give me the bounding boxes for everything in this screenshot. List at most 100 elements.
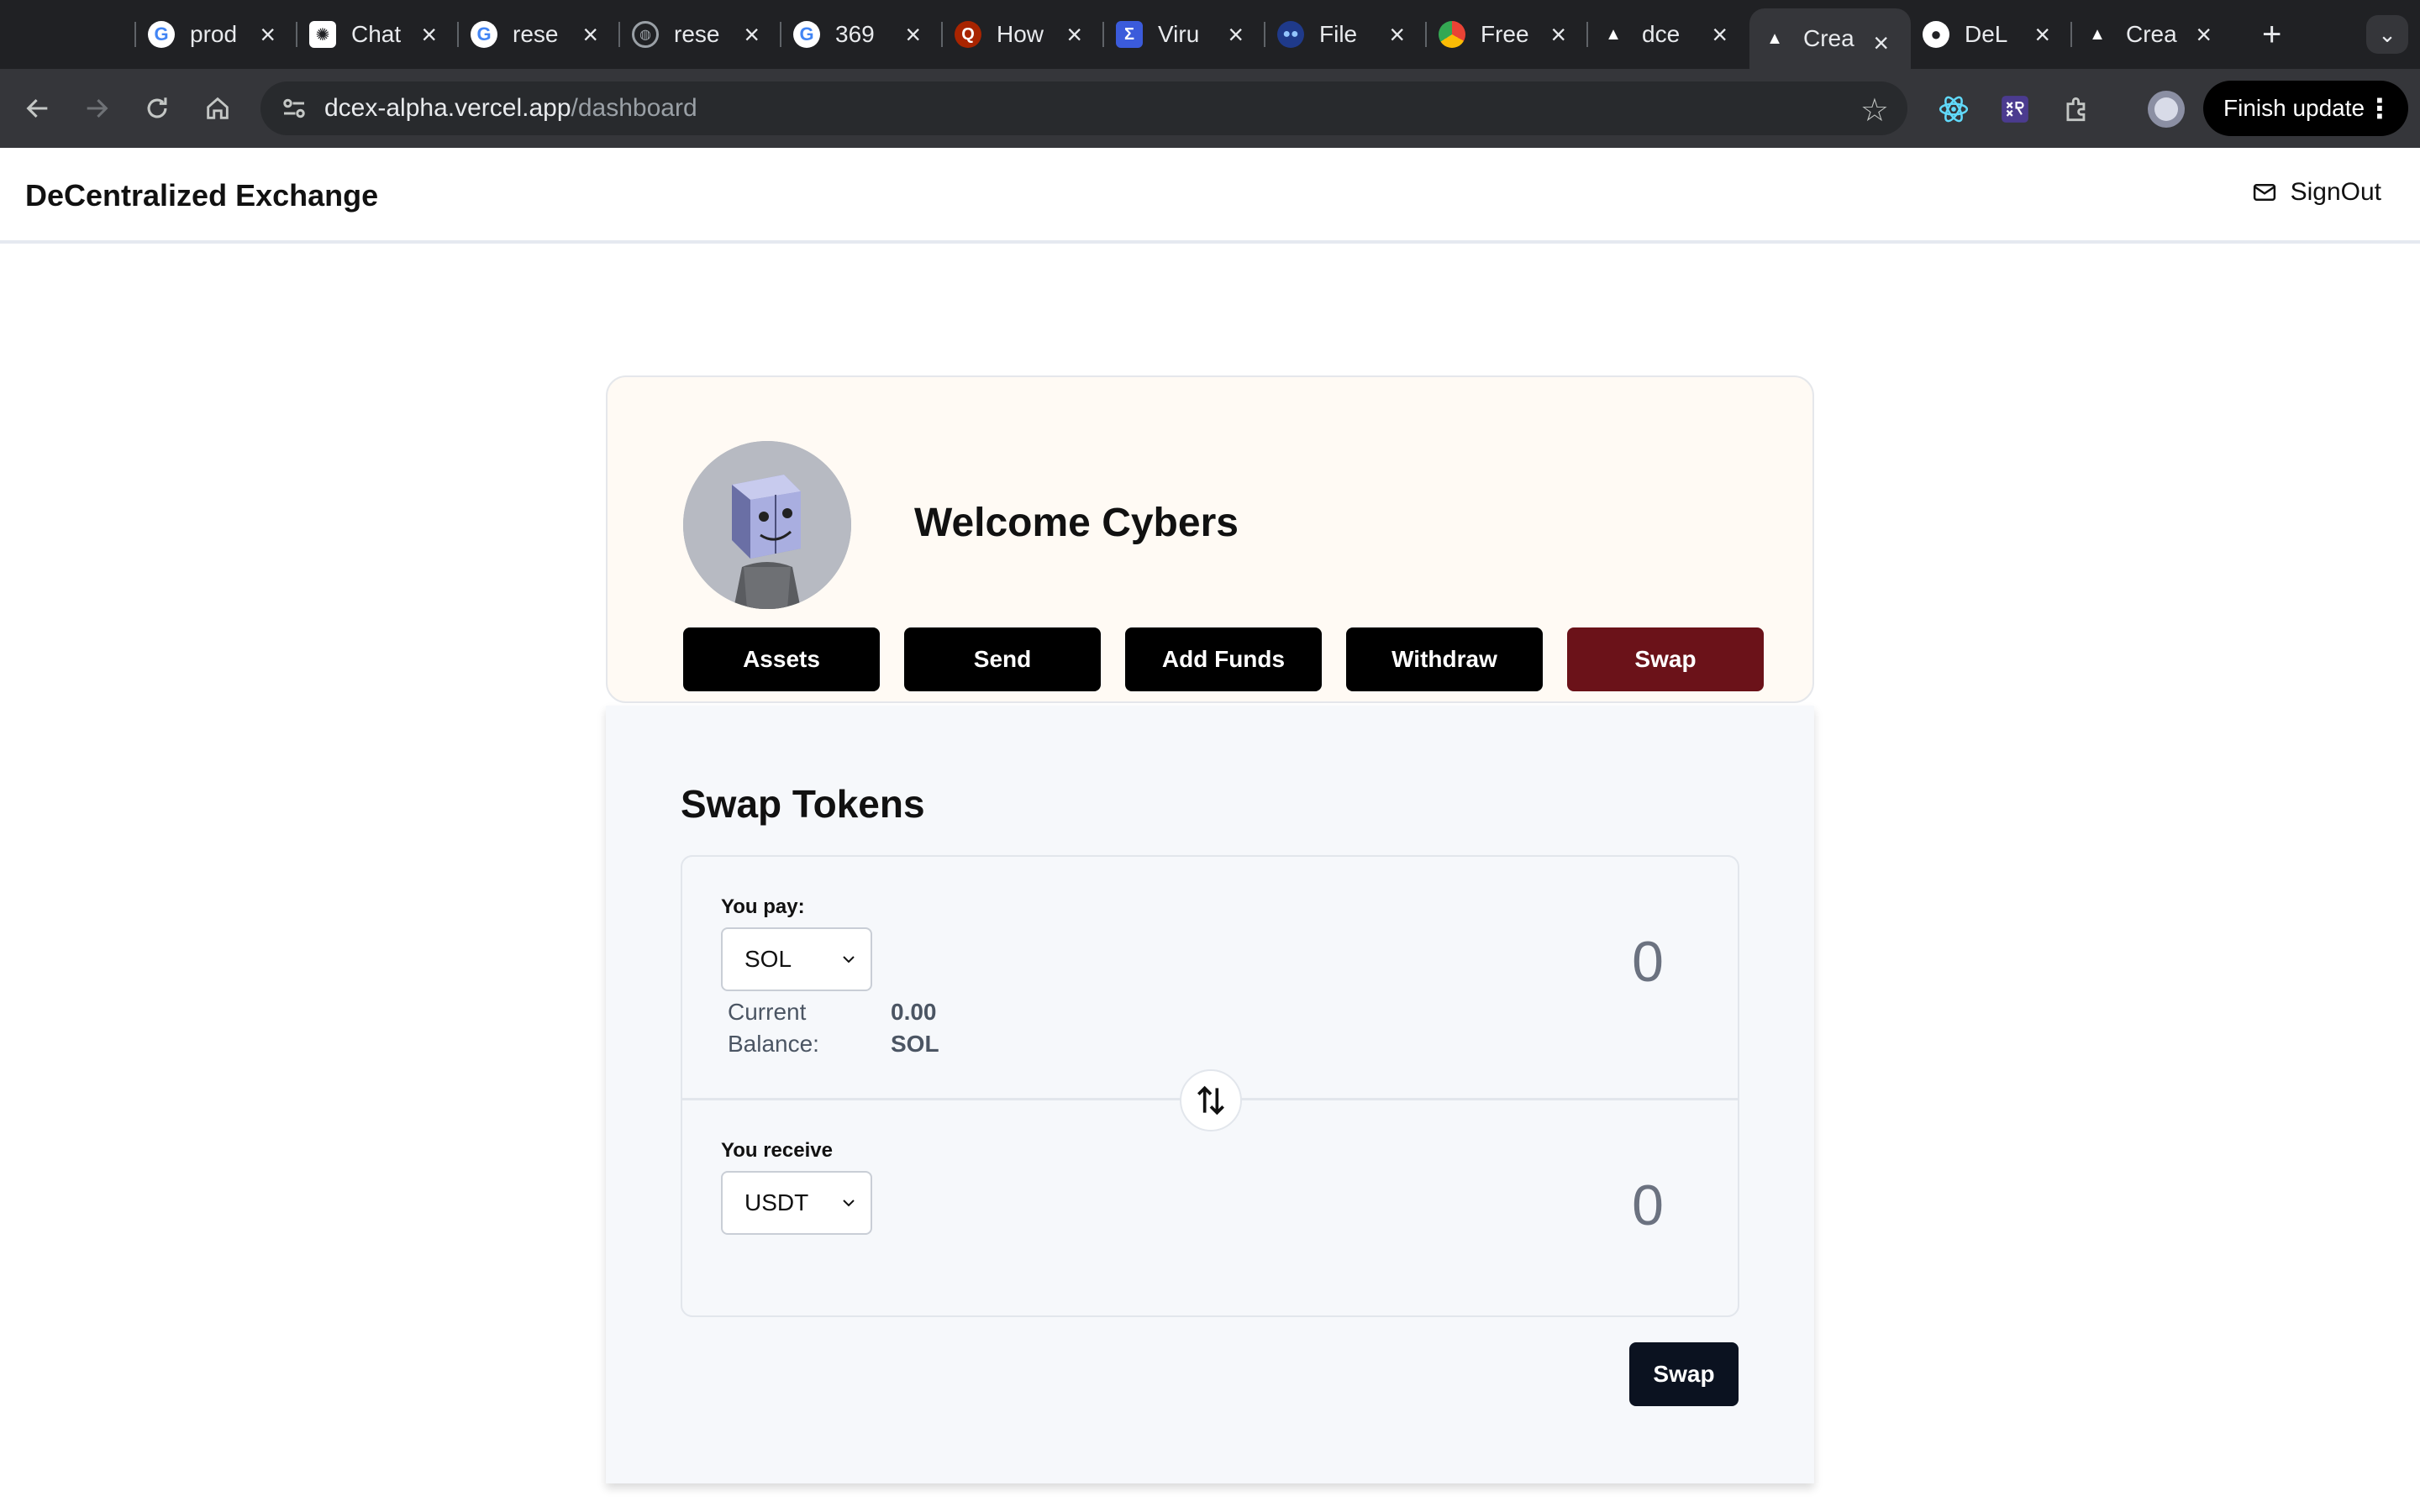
tab-title: rese bbox=[674, 21, 720, 47]
avatar bbox=[683, 441, 851, 609]
xr-icon bbox=[2002, 96, 2028, 123]
reload-icon bbox=[147, 97, 167, 118]
close-icon[interactable]: × bbox=[905, 18, 921, 50]
receive-amount-input[interactable]: 0 bbox=[1632, 1173, 1664, 1238]
mail-icon bbox=[2253, 184, 2275, 201]
tab-title: rese bbox=[513, 21, 559, 47]
home-button[interactable] bbox=[197, 87, 239, 129]
close-icon[interactable]: × bbox=[1712, 18, 1728, 50]
pay-token-value: SOL bbox=[744, 946, 792, 972]
arrow-right-icon bbox=[87, 98, 108, 118]
browser-tab[interactable]: G 369 × bbox=[780, 0, 943, 69]
close-icon[interactable]: × bbox=[2196, 18, 2212, 50]
browser-tab[interactable]: ✺ Chat × bbox=[296, 0, 459, 69]
flip-tokens-button[interactable] bbox=[1180, 1069, 1242, 1131]
tab-assets[interactable]: Assets bbox=[683, 627, 880, 691]
chevron-down-icon bbox=[843, 956, 855, 963]
file-icon: ●● bbox=[1277, 21, 1304, 48]
tab-separator bbox=[1586, 22, 1588, 47]
swap-button[interactable]: Swap bbox=[1629, 1342, 1739, 1406]
browser-tab[interactable]: ●● File × bbox=[1264, 0, 1427, 69]
tab-add-funds[interactable]: Add Funds bbox=[1125, 627, 1322, 691]
chevron-down-icon: ⌄ bbox=[2378, 21, 2396, 47]
browser-tab[interactable]: Σ Viru × bbox=[1102, 0, 1265, 69]
xr-extension[interactable] bbox=[1996, 91, 2033, 128]
close-icon[interactable]: × bbox=[582, 18, 598, 50]
more-vert-icon[interactable]: ⋮ bbox=[2366, 92, 2393, 124]
browser-tab-active[interactable]: ▲ Crea × bbox=[1749, 8, 1911, 69]
chevron-down-icon bbox=[843, 1200, 855, 1207]
address-bar[interactable]: dcex-alpha.vercel.app/dashboard ☆ bbox=[260, 81, 1907, 135]
extensions-button[interactable] bbox=[2059, 91, 2096, 128]
close-icon[interactable]: × bbox=[1066, 18, 1082, 50]
robot-avatar-icon bbox=[683, 441, 851, 609]
browser-tab[interactable]: ◍ rese × bbox=[618, 0, 781, 69]
browser-tab[interactable]: ▲ dce × bbox=[1586, 0, 1749, 69]
close-icon[interactable]: × bbox=[421, 18, 437, 50]
tab-title: Free bbox=[1481, 21, 1529, 47]
quora-icon: Q bbox=[955, 21, 981, 48]
close-icon[interactable]: × bbox=[2034, 18, 2050, 50]
react-icon bbox=[1939, 96, 1969, 123]
close-icon[interactable]: × bbox=[1228, 18, 1244, 50]
new-tab-button[interactable]: + bbox=[2262, 18, 2281, 51]
signout-button[interactable]: SignOut bbox=[2252, 178, 2381, 207]
pay-token-select[interactable]: SOL bbox=[721, 927, 872, 991]
tab-withdraw[interactable]: Withdraw bbox=[1346, 627, 1543, 691]
browser-tab[interactable]: G prod × bbox=[134, 0, 297, 69]
tab-swap[interactable]: Swap bbox=[1567, 627, 1764, 691]
vercel-icon: ▲ bbox=[1766, 29, 1783, 48]
tab-title: File bbox=[1319, 21, 1358, 47]
virustotal-icon: Σ bbox=[1116, 21, 1143, 48]
vercel-icon: ▲ bbox=[2089, 24, 2106, 44]
url-host: dcex-alpha.vercel.app bbox=[324, 94, 571, 122]
welcome-heading: Welcome Cybers bbox=[914, 501, 1239, 545]
tab-separator bbox=[1425, 22, 1427, 47]
back-button[interactable] bbox=[17, 87, 59, 129]
browser-tab[interactable]: Q How × bbox=[941, 0, 1104, 69]
tab-separator bbox=[780, 22, 781, 47]
bookmark-star-icon[interactable]: ☆ bbox=[1860, 92, 1889, 129]
site-header: DeCentralized Exchange SignOut bbox=[0, 148, 2420, 244]
swap-form: You pay: SOL 0 Current Balance: 0.00 SOL… bbox=[681, 855, 1739, 1317]
close-icon[interactable]: × bbox=[744, 18, 760, 50]
tab-title: Chat bbox=[351, 21, 402, 47]
finish-update-button[interactable]: Finish update ⋮ bbox=[2203, 81, 2408, 136]
google-icon: G bbox=[471, 21, 497, 48]
profile-card: Welcome Cybers Assets Send Add Funds Wit… bbox=[606, 375, 1814, 703]
forward-button[interactable] bbox=[76, 87, 118, 129]
receive-token-select[interactable]: USDT bbox=[721, 1171, 872, 1235]
url-path: /dashboard bbox=[571, 94, 697, 122]
balance-unit: SOL bbox=[891, 1031, 939, 1057]
google-icon: G bbox=[793, 21, 820, 48]
pay-amount-input[interactable]: 0 bbox=[1632, 929, 1664, 995]
browser-tab[interactable]: ● DeL × bbox=[1911, 0, 2072, 69]
close-icon[interactable]: × bbox=[260, 18, 276, 50]
finish-update-label: Finish update bbox=[2223, 95, 2365, 121]
tab-separator bbox=[1102, 22, 1104, 47]
browser-tab[interactable]: ▲ Crea × bbox=[2070, 0, 2233, 69]
balance-amount: 0.00 bbox=[891, 999, 937, 1025]
tab-search-button[interactable]: ⌄ bbox=[2366, 15, 2408, 54]
close-icon[interactable]: × bbox=[1389, 18, 1405, 50]
chrome-icon bbox=[1439, 21, 1465, 48]
tab-separator bbox=[457, 22, 459, 47]
github-icon: ● bbox=[1923, 21, 1949, 48]
close-icon[interactable]: × bbox=[1873, 27, 1889, 59]
balance-label-line: Current bbox=[728, 999, 807, 1025]
browser-tab[interactable]: Free × bbox=[1425, 0, 1588, 69]
react-devtools-extension[interactable] bbox=[1935, 91, 1972, 128]
browser-tab[interactable]: G rese × bbox=[457, 0, 620, 69]
close-icon[interactable]: × bbox=[1550, 18, 1566, 50]
swap-title: Swap Tokens bbox=[681, 782, 925, 826]
site-settings-icon[interactable] bbox=[279, 93, 309, 123]
profile-avatar-button[interactable] bbox=[2148, 91, 2185, 128]
vercel-icon: ▲ bbox=[1605, 24, 1622, 44]
tab-send[interactable]: Send bbox=[904, 627, 1101, 691]
swap-vertical-icon bbox=[1197, 1085, 1224, 1116]
openai-icon: ✺ bbox=[309, 21, 336, 48]
reload-button[interactable] bbox=[136, 87, 178, 129]
home-icon bbox=[207, 97, 229, 119]
pay-label: You pay: bbox=[721, 895, 805, 918]
tab-title: prod bbox=[190, 21, 238, 47]
